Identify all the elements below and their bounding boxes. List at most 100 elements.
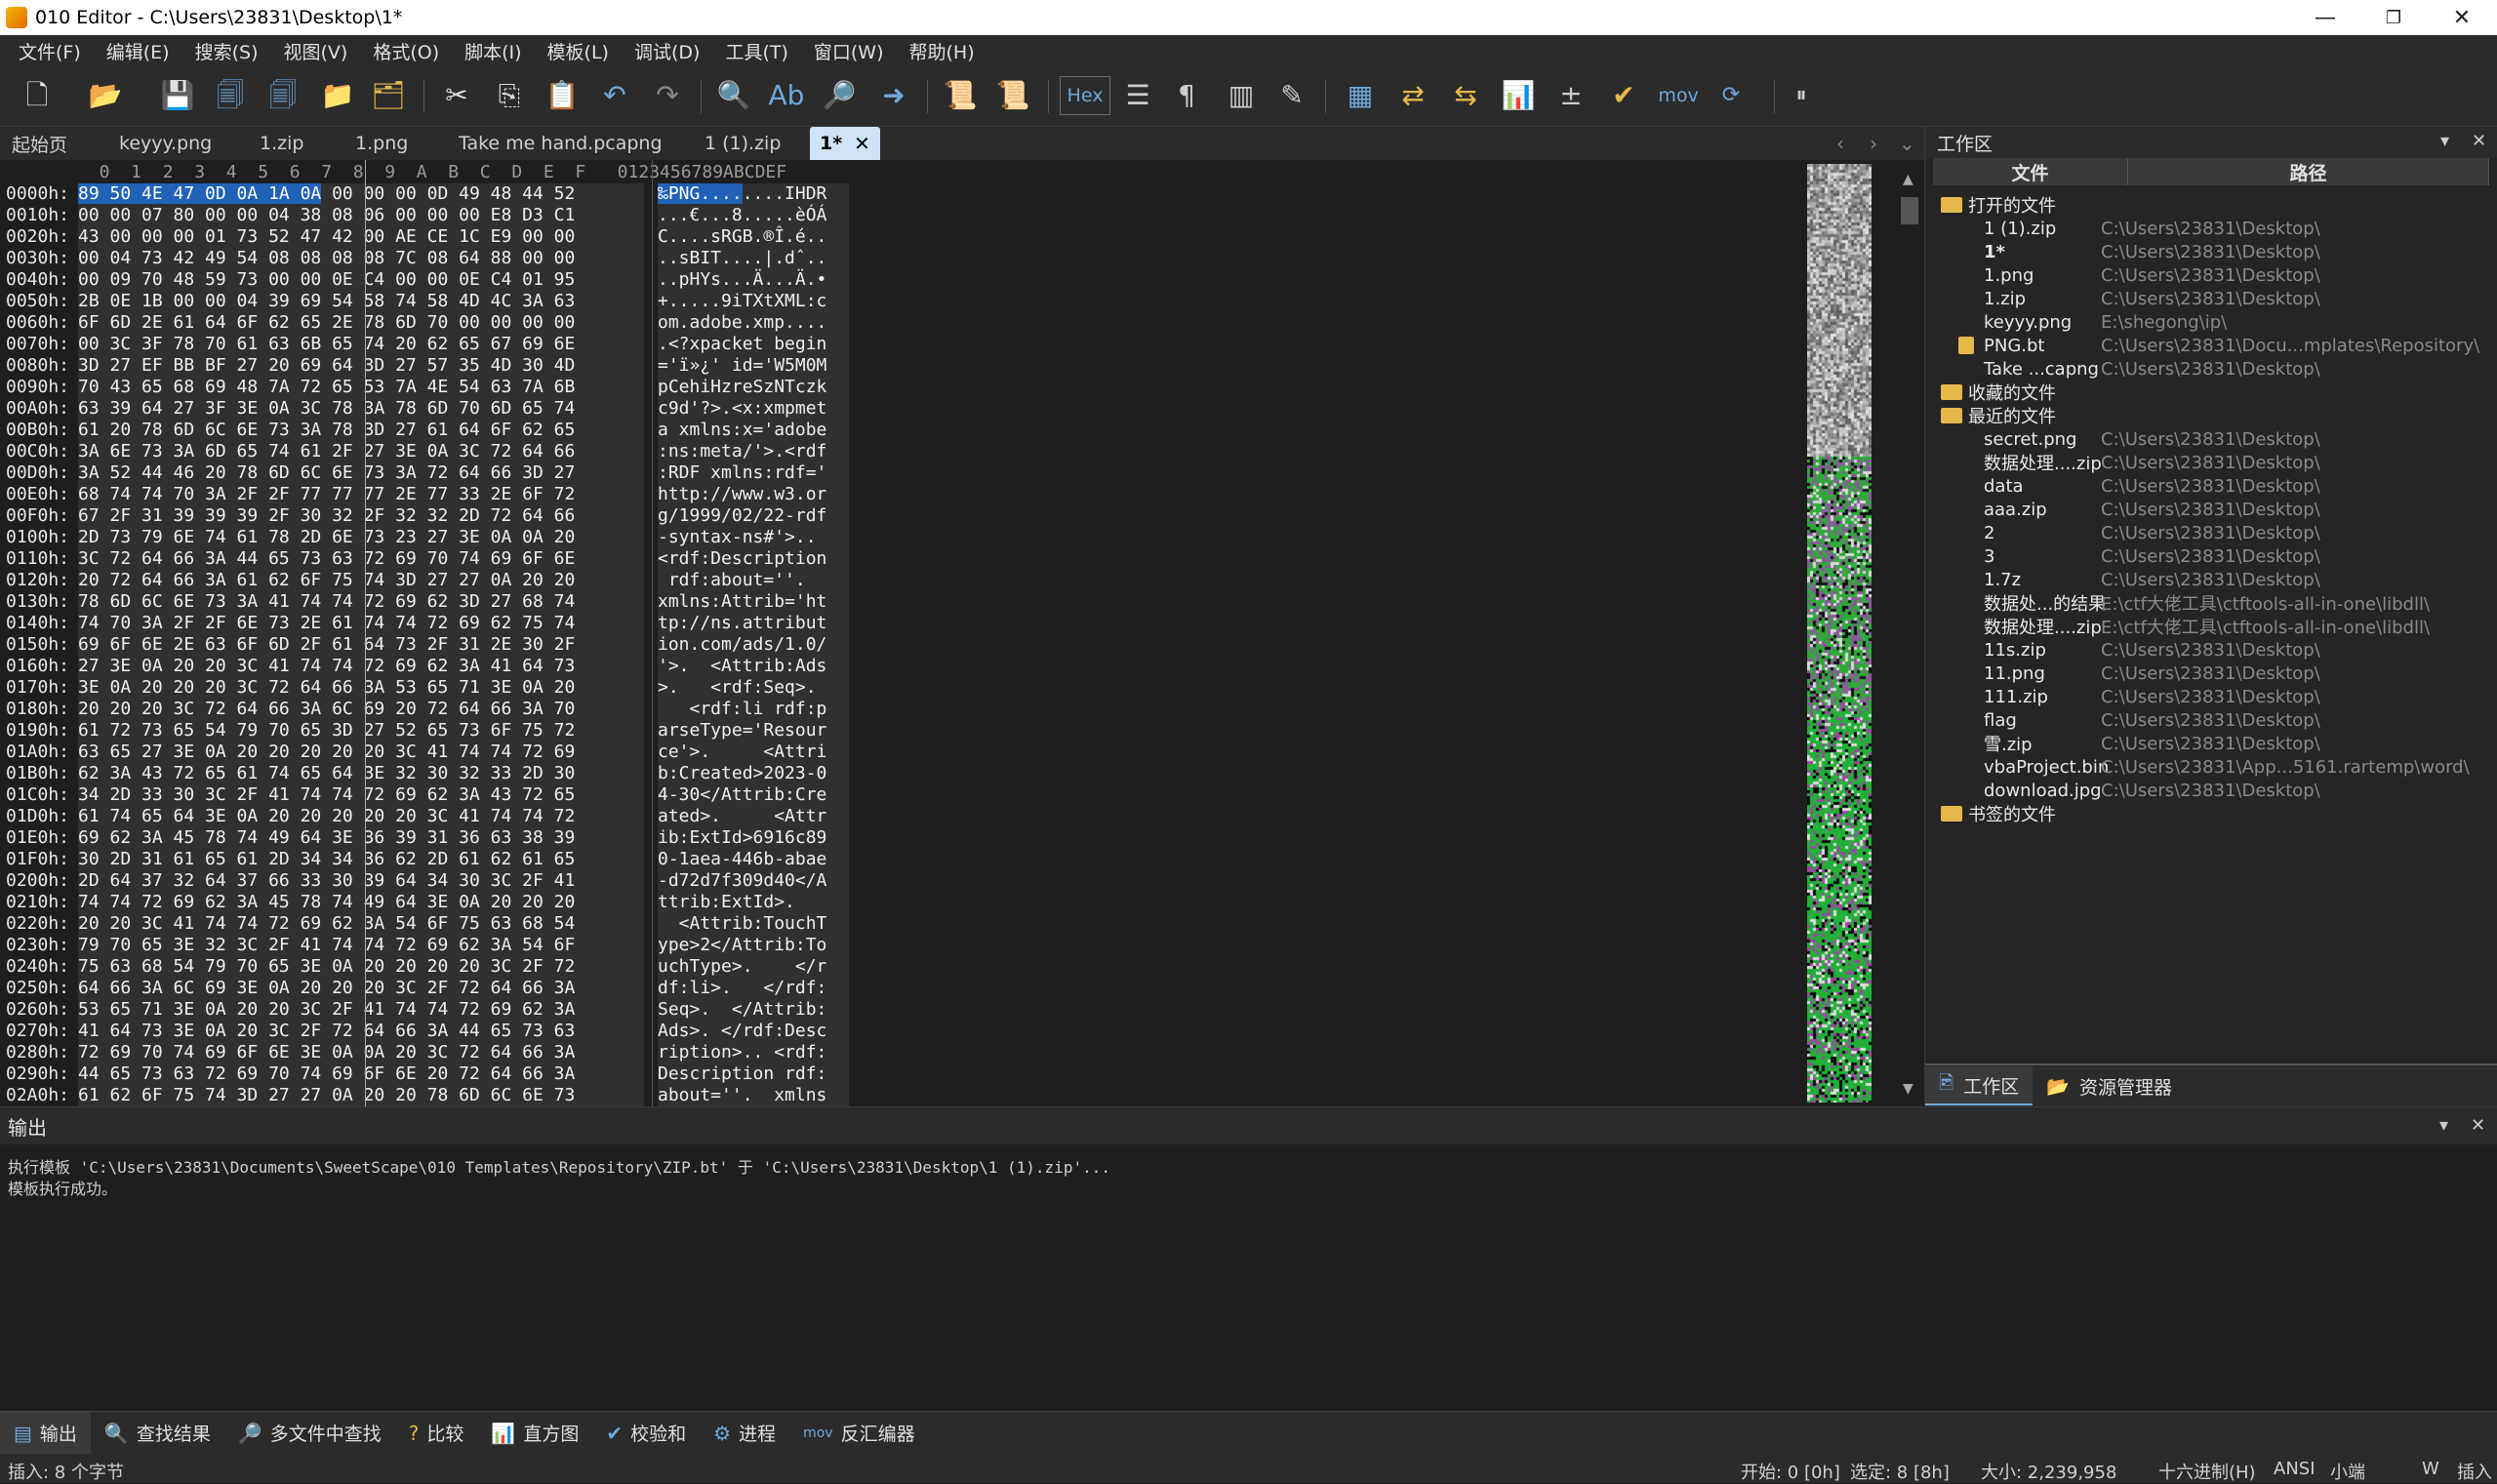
row-ascii[interactable]: c9d'?>.<x:xmpmet bbox=[658, 398, 849, 420]
hex-row[interactable]: 00D0h: 3A 52 44 46 20 78 6D 6C 6E 73 3A 7… bbox=[0, 462, 859, 484]
highlight-icon[interactable]: ✎ bbox=[1272, 76, 1311, 115]
row-hex-bytes[interactable]: 20 20 20 3C 72 64 66 3A 6C 69 20 72 64 6… bbox=[78, 699, 644, 720]
hex-row[interactable]: 01B0h: 62 3A 43 72 65 61 74 65 64 3E 32 3… bbox=[0, 763, 859, 784]
tree-file[interactable]: Take ...capng C:\Users\23831\Desktop\ bbox=[1933, 357, 2489, 381]
tree-file[interactable]: secret.png C:\Users\23831\Desktop\ bbox=[1933, 427, 2489, 451]
output-menu-icon[interactable]: ▾ bbox=[2439, 1115, 2448, 1136]
status-endian[interactable]: 小端 bbox=[2330, 1459, 2365, 1484]
panel-close-icon[interactable]: ✕ bbox=[2472, 131, 2486, 151]
row-ascii[interactable]: ...€...8.....èÓÁ bbox=[658, 205, 849, 226]
row-ascii[interactable]: pCehiHzreSzNTczk bbox=[658, 377, 849, 398]
row-ascii[interactable]: ='ï»¿' id='W5M0M bbox=[658, 355, 849, 377]
tab-disassembler[interactable]: mov 反汇编器 bbox=[789, 1412, 929, 1455]
hex-row[interactable]: 00E0h: 68 74 74 70 3A 2F 2F 77 77 77 2E 7… bbox=[0, 484, 859, 505]
hex-row[interactable]: 01C0h: 34 2D 33 30 3C 2F 41 74 74 72 69 6… bbox=[0, 784, 859, 806]
show-whitespace-icon[interactable]: ¶ bbox=[1167, 76, 1206, 115]
menu-debug[interactable]: 调试(D) bbox=[622, 38, 712, 64]
row-hex-bytes[interactable]: 43 00 00 00 01 73 52 47 42 00 AE CE 1C E… bbox=[78, 226, 644, 248]
row-hex-bytes[interactable]: 63 39 64 27 3F 3E 0A 3C 78 3A 78 6D 70 6… bbox=[78, 398, 644, 420]
row-ascii[interactable]: ttrib:ExtId>. bbox=[658, 892, 849, 913]
row-ascii[interactable]: about=''. xmlns bbox=[658, 1085, 849, 1106]
hex-vertical-scrollbar[interactable]: ▲ ▼ bbox=[1897, 164, 1922, 1103]
row-ascii[interactable]: C....sRGB.®Î.é.. bbox=[658, 226, 849, 248]
row-hex-bytes[interactable]: 69 6F 6E 2E 63 6F 6D 2F 61 64 73 2F 31 2… bbox=[78, 634, 644, 656]
tab-1-png[interactable]: 1.png bbox=[355, 127, 408, 160]
scroll-down-icon[interactable]: ▼ bbox=[1903, 1081, 1913, 1097]
hex-row[interactable]: 0160h: 27 3E 0A 20 20 3C 41 74 74 72 69 6… bbox=[0, 656, 859, 677]
hex-row[interactable]: 0040h: 00 09 70 48 59 73 00 00 0E C4 00 0… bbox=[0, 269, 859, 291]
tree-file[interactable]: 3 C:\Users\23831\Desktop\ bbox=[1933, 544, 2489, 568]
row-ascii[interactable]: Seq>. </Attrib: bbox=[658, 999, 849, 1021]
row-ascii[interactable]: -syntax-ns#'>.. bbox=[658, 527, 849, 548]
row-hex-bytes[interactable]: 62 3A 43 72 65 61 74 65 64 3E 32 30 32 3… bbox=[78, 763, 644, 784]
panel-menu-icon[interactable]: ▾ bbox=[2440, 131, 2449, 151]
paste-icon[interactable]: 📋 bbox=[543, 76, 582, 115]
scroll-up-icon[interactable]: ▲ bbox=[1903, 172, 1913, 187]
minimize-button[interactable]: — bbox=[2291, 0, 2359, 35]
row-hex-bytes[interactable]: 89 50 4E 47 0D 0A 1A 0A 00 00 00 0D 49 4… bbox=[78, 183, 644, 205]
output-close-icon[interactable]: ✕ bbox=[2471, 1115, 2485, 1136]
tree-file[interactable]: vbaProject.bin C:\Users\23831\App...5161.… bbox=[1933, 755, 2489, 779]
row-hex-bytes[interactable]: 61 74 65 64 3E 0A 20 20 20 20 20 3C 41 7… bbox=[78, 806, 644, 827]
hex-row[interactable]: 0240h: 75 63 68 54 79 70 65 3E 0A 20 20 2… bbox=[0, 956, 859, 978]
tree-file[interactable]: PNG.bt C:\Users\23831\Docu...mplates\Repo… bbox=[1933, 334, 2489, 357]
row-hex-bytes[interactable]: 63 65 27 3E 0A 20 20 20 20 20 3C 41 74 7… bbox=[78, 742, 644, 763]
disassembler-button[interactable]: mov bbox=[1658, 76, 1698, 115]
column-path[interactable]: 路径 bbox=[2128, 158, 2489, 185]
close-tab-icon[interactable]: ✕ bbox=[854, 132, 870, 155]
column-file[interactable]: 文件 bbox=[1933, 158, 2128, 185]
hex-row[interactable]: 0130h: 78 6D 6C 6E 73 3A 41 74 74 72 69 6… bbox=[0, 591, 859, 613]
find-in-files-icon[interactable]: 🔎 bbox=[820, 76, 859, 115]
tab-keyyy-png[interactable]: keyyy.png bbox=[119, 127, 212, 160]
row-ascii[interactable]: 0-1aea-446b-abae bbox=[658, 849, 849, 870]
hex-row[interactable]: 0080h: 3D 27 EF BB BF 27 20 69 64 3D 27 5… bbox=[0, 355, 859, 377]
row-hex-bytes[interactable]: 75 63 68 54 79 70 65 3E 0A 20 20 20 20 3… bbox=[78, 956, 644, 978]
row-ascii[interactable]: +.....9iTXtXML:c bbox=[658, 291, 849, 312]
row-hex-bytes[interactable]: 30 2D 31 61 65 61 2D 34 34 36 62 2D 61 6… bbox=[78, 849, 644, 870]
tab-histogram[interactable]: 📊 直方图 bbox=[477, 1412, 592, 1455]
tab-start-page[interactable]: 起始页 bbox=[12, 127, 67, 160]
row-hex-bytes[interactable]: 44 65 73 63 72 69 70 74 69 6F 6E 20 72 6… bbox=[78, 1063, 644, 1085]
row-ascii[interactable]: ‰PNG........IHDR bbox=[658, 183, 849, 205]
row-ascii[interactable]: :ns:meta/'>.<rdf bbox=[658, 441, 849, 462]
hex-row[interactable]: 0100h: 2D 73 79 6E 74 61 78 2D 6E 73 23 2… bbox=[0, 527, 859, 548]
row-hex-bytes[interactable]: 70 43 65 68 69 48 7A 72 65 53 7A 4E 54 6… bbox=[78, 377, 644, 398]
row-hex-bytes[interactable]: 3C 72 64 66 3A 44 65 73 63 72 69 70 74 6… bbox=[78, 548, 644, 570]
row-hex-bytes[interactable]: 00 09 70 48 59 73 00 00 0E C4 00 00 0E C… bbox=[78, 269, 644, 291]
tab-checksum[interactable]: ✔ 校验和 bbox=[592, 1412, 700, 1455]
hex-row[interactable]: 0260h: 53 65 71 3E 0A 20 20 3C 2F 41 74 7… bbox=[0, 999, 859, 1021]
tree-file[interactable]: 111.zip C:\Users\23831\Desktop\ bbox=[1933, 685, 2489, 708]
maximize-button[interactable]: ❐ bbox=[2359, 0, 2428, 35]
tree-file[interactable]: 数据处理....zip E:\ctf大佬工具\ctftools-all-in-on… bbox=[1933, 615, 2489, 638]
tree-file[interactable]: 数据处...的结果 E:\ctf大佬工具\ctftools-all-in-one\… bbox=[1933, 591, 2489, 615]
tab-prev-icon[interactable]: ‹ bbox=[1836, 127, 1844, 160]
operations-icon[interactable]: ± bbox=[1551, 76, 1591, 115]
row-ascii[interactable]: .<?xpacket begin bbox=[658, 334, 849, 355]
tab-find-in-files[interactable]: 🔎 多文件中查找 bbox=[224, 1412, 395, 1455]
status-write[interactable]: W bbox=[2422, 1459, 2439, 1479]
run-template-icon[interactable]: 📜 bbox=[993, 76, 1032, 115]
tree-file[interactable]: 1 (1).zip C:\Users\23831\Desktop\ bbox=[1933, 217, 2489, 240]
hex-row[interactable]: 02A0h: 61 62 6F 75 74 3D 27 27 0A 20 20 7… bbox=[0, 1085, 859, 1106]
status-mode[interactable]: 十六进制(H) bbox=[2158, 1459, 2256, 1484]
open-file-icon[interactable]: 📂 bbox=[86, 76, 125, 115]
hex-row[interactable]: 00F0h: 67 2F 31 39 39 39 2F 30 32 2F 32 3… bbox=[0, 505, 859, 527]
file-minimap[interactable] bbox=[1807, 164, 1872, 1103]
hex-row[interactable]: 01D0h: 61 74 65 64 3E 0A 20 20 20 20 20 3… bbox=[0, 806, 859, 827]
row-hex-bytes[interactable]: 3E 0A 20 20 20 3C 72 64 66 3A 53 65 71 3… bbox=[78, 677, 644, 699]
save-all-icon[interactable]: 🗐 bbox=[263, 76, 302, 115]
row-ascii[interactable]: ..sBIT....|.dˆ.. bbox=[658, 248, 849, 269]
row-hex-bytes[interactable]: 3D 27 EF BB BF 27 20 69 64 3D 27 57 35 4… bbox=[78, 355, 644, 377]
row-ascii[interactable]: xmlns:Attrib='ht bbox=[658, 591, 849, 613]
row-ascii[interactable]: arseType='Resour bbox=[658, 720, 849, 742]
run-script-icon[interactable]: 📜 bbox=[941, 76, 980, 115]
row-ascii[interactable]: ription>.. <rdf: bbox=[658, 1042, 849, 1063]
row-hex-bytes[interactable]: 00 3C 3F 78 70 61 63 6B 65 74 20 62 65 6… bbox=[78, 334, 644, 355]
pause-icon[interactable]: ⏸ bbox=[1782, 76, 1821, 115]
row-hex-bytes[interactable]: 61 20 78 6D 6C 6E 73 3A 78 3D 27 61 64 6… bbox=[78, 420, 644, 441]
row-hex-bytes[interactable]: 64 66 3A 6C 69 3E 0A 20 20 20 3C 2F 72 6… bbox=[78, 978, 644, 999]
hex-row[interactable]: 0030h: 00 04 73 42 49 54 08 08 08 08 7C 0… bbox=[0, 248, 859, 269]
hex-row[interactable]: 0270h: 41 64 73 3E 0A 20 3C 2F 72 64 66 3… bbox=[0, 1021, 859, 1042]
row-hex-bytes[interactable]: 67 2F 31 39 39 39 2F 30 32 2F 32 32 2D 7… bbox=[78, 505, 644, 527]
histogram-icon[interactable]: 📊 bbox=[1499, 76, 1538, 115]
